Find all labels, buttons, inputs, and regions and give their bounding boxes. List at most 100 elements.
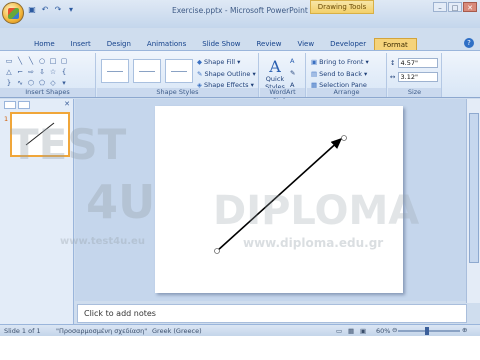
watermark-diploma: DIPLOMA [213,188,420,234]
watermark-4u: 4U [86,175,156,229]
tab-slide-show[interactable]: Slide Show [194,38,248,50]
shape-fill-button[interactable]: ◆ Shape Fill ▾ [197,58,240,66]
wordart-styles-group: A Quick Styles A ✎ A WordArt Styles [260,53,306,105]
window-controls: – □ ✕ [433,2,477,12]
undo-icon[interactable]: ↶ [40,5,50,15]
send-to-back-button[interactable]: ▤ Send to Back ▾ [311,70,367,78]
zoom-slider[interactable] [398,330,460,332]
outline-tab[interactable] [18,101,30,109]
left-brace-shape-icon[interactable]: } [4,78,14,88]
minimize-button[interactable]: – [433,2,447,12]
quick-access-toolbar: ▣ ↶ ↷ ▾ [27,5,76,15]
size-group: ↕ 4.57" ↔ 3.12" Size [388,53,442,97]
pane-close-icon[interactable]: ✕ [64,100,70,108]
customize-icon[interactable]: ▾ [66,5,76,15]
text-fill-icon[interactable]: A [290,57,294,65]
width-field: ↔ 3.12" [390,72,438,82]
drawing-tools-context-label: Drawing Tools [310,0,374,14]
zoom-in-icon[interactable]: ⊕ [462,326,467,334]
window-title: Exercise.pptx - Microsoft PowerPoint [172,6,308,15]
height-input[interactable]: 4.57" [397,58,438,68]
watermark-test: TEST [10,120,127,169]
shape-fill-icon: ◆ [197,58,202,66]
ribbon-tabs: Home Insert Design Animations Slide Show… [26,38,417,50]
size-label: Size [388,88,441,97]
down-arrow-shape-icon[interactable]: ⇩ [37,67,47,77]
start-handle [214,248,220,254]
send-to-back-icon: ▤ [311,70,318,78]
quick-styles-button[interactable]: A Quick Styles [262,57,288,91]
slides-tab[interactable] [4,101,16,109]
zoom-out-icon[interactable]: ⊖ [392,326,397,334]
height-icon: ↕ [390,59,396,67]
office-button[interactable] [2,2,24,24]
wordart-styles-label: WordArt Styles [260,88,305,105]
height-field: ↕ 4.57" [390,58,438,68]
shape-style-option[interactable] [101,59,129,83]
normal-view-icon[interactable]: ▭ [336,327,342,335]
shapes-gallery[interactable]: ▭ ╲ ╲ ○ □ ▢ △ ⌐ ⇨ ⇩ ☆ { } ∿ ⬡ ⬠ ◇ ▾ [4,56,69,88]
title-bar: ▣ ↶ ↷ ▾ Exercise.pptx - Microsoft PowerP… [0,0,480,28]
slide-count: Slide 1 of 1 [4,327,41,335]
arrange-group: ▣ Bring to Front ▾ ▤ Send to Back ▾ ▦ Selec… [307,53,387,97]
maximize-button[interactable]: □ [448,2,462,12]
slide-sorter-icon[interactable]: ▦ [348,327,354,335]
vertical-scrollbar[interactable] [466,99,480,303]
tab-view[interactable]: View [289,38,322,50]
tab-design[interactable]: Design [99,38,139,50]
more-shapes-icon[interactable]: ▾ [59,78,69,88]
line-shape-icon[interactable]: ╲ [15,56,25,66]
brace-shape-icon[interactable]: { [59,67,69,77]
pane-tabs [4,101,30,109]
scroll-thumb[interactable] [469,113,479,263]
shape-outline-icon: ✎ [197,70,203,78]
close-button[interactable]: ✕ [463,2,477,12]
tab-developer[interactable]: Developer [322,38,374,50]
slide-show-icon[interactable]: ▣ [360,327,366,335]
bring-to-front-button[interactable]: ▣ Bring to Front ▾ [311,58,369,66]
bottom-blank-area [0,336,480,360]
pentagon-shape-icon[interactable]: ⬠ [37,78,47,88]
shape-styles-group: ◆ Shape Fill ▾ ✎ Shape Outline ▾ ◈ Shape Ef… [97,53,259,97]
insert-shapes-label: Insert Shapes [0,88,95,97]
width-input[interactable]: 3.12" [397,72,438,82]
rectangle-shape-icon[interactable]: □ [48,56,58,66]
theme-name: "Προσαρμοσμένη σχεδίαση" [56,327,148,335]
oval-shape-icon[interactable]: ○ [37,56,47,66]
arrange-label: Arrange [307,88,386,97]
triangle-shape-icon[interactable]: △ [4,67,14,77]
tab-insert[interactable]: Insert [63,38,99,50]
slide-thumbnail-number: 1 [4,115,9,123]
curve-shape-icon[interactable]: ∿ [15,78,25,88]
star-shape-icon[interactable]: ☆ [48,67,58,77]
zoom-level[interactable]: 60% [376,327,390,335]
save-icon[interactable]: ▣ [27,5,37,15]
tab-home[interactable]: Home [26,38,63,50]
language-indicator[interactable]: Greek (Greece) [152,327,202,335]
right-arrow-shape-icon[interactable]: ⇨ [26,67,36,77]
end-handle [341,135,347,141]
wordart-a-icon: A [269,57,281,76]
insert-shapes-group: ▭ ╲ ╲ ○ □ ▢ △ ⌐ ⇨ ⇩ ☆ { } ∿ ⬡ ⬠ ◇ ▾ Inse… [0,53,96,97]
tab-review[interactable]: Review [248,38,289,50]
rectangle-shape-icon[interactable]: ▭ [4,56,14,66]
redo-icon[interactable]: ↷ [53,5,63,15]
bring-to-front-icon: ▣ [311,58,318,66]
elbow-connector-icon[interactable]: ⌐ [15,67,25,77]
shape-style-option[interactable] [133,59,161,83]
zoom-slider-handle[interactable] [425,327,429,335]
hexagon-shape-icon[interactable]: ⬡ [26,78,36,88]
ribbon: ▭ ╲ ╲ ○ □ ▢ △ ⌐ ⇨ ⇩ ☆ { } ∿ ⬡ ⬠ ◇ ▾ Inse… [0,50,480,105]
line-shape-icon[interactable]: ╲ [26,56,36,66]
diamond-shape-icon[interactable]: ◇ [48,78,58,88]
shape-style-option[interactable] [165,59,193,83]
width-icon: ↔ [390,73,396,81]
tab-animations[interactable]: Animations [139,38,194,50]
text-outline-icon[interactable]: ✎ [290,69,295,77]
rounded-rectangle-shape-icon[interactable]: ▢ [59,56,69,66]
notes-pane[interactable]: Click to add notes [77,304,467,323]
help-icon[interactable]: ? [464,38,474,48]
tab-format[interactable]: Format [374,38,417,50]
office-logo-icon [8,8,19,19]
shape-outline-button[interactable]: ✎ Shape Outline ▾ [197,70,256,78]
